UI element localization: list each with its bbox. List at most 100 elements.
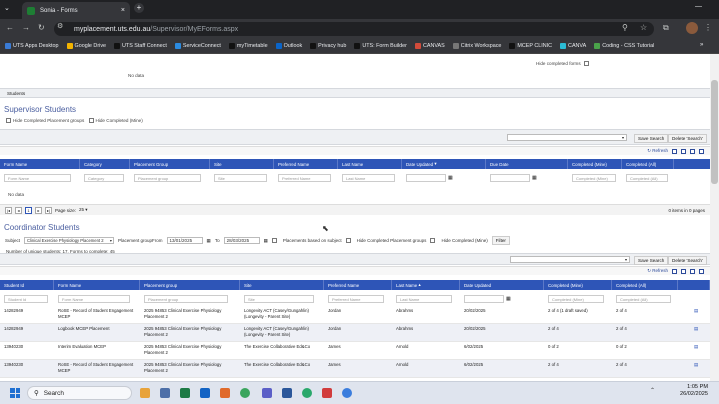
table-row[interactable]: 13940230 Interim Evaluation MCEP 2025 94… xyxy=(0,342,710,360)
table-row[interactable]: 13940230 RoSE - Record of Student Engage… xyxy=(0,360,710,378)
sup-export-excel-icon[interactable] xyxy=(672,148,677,154)
coord-hide-placement-checkbox[interactable] xyxy=(345,238,351,243)
hide-completed-checkbox[interactable] xyxy=(583,61,589,67)
excel-icon[interactable] xyxy=(180,388,190,398)
open-form-icon[interactable]: ▤ xyxy=(678,360,710,377)
filter-button[interactable]: Filter xyxy=(491,236,510,245)
coord-saved-search-select[interactable]: ▾ xyxy=(510,256,630,263)
sup-col-date-updated[interactable]: Date Updated ▾ xyxy=(402,159,486,169)
word-icon[interactable] xyxy=(282,388,292,398)
sup-col-completed-all[interactable]: Completed (All) xyxy=(622,159,674,169)
sup-columns-icon[interactable] xyxy=(699,148,704,154)
bookmark-mytimetable[interactable]: myTimetable xyxy=(228,43,268,49)
sup-col-placement-group[interactable]: Placement Group xyxy=(130,159,210,169)
last-page-icon[interactable]: ▸| xyxy=(45,206,52,214)
calendar-icon[interactable]: ▦ xyxy=(448,175,453,181)
bookmark-uts-staff-connect[interactable]: UTS Staff Connect xyxy=(114,43,167,49)
sup-hide-mine-checkbox[interactable] xyxy=(88,118,94,124)
extensions-icon[interactable]: ⧉ xyxy=(663,23,669,33)
sup-filter-due-date[interactable] xyxy=(490,174,530,182)
sup-print-icon[interactable] xyxy=(690,148,695,154)
sup-filter-completed-all[interactable]: Completed (All) xyxy=(626,174,669,182)
coord-filter-completed-all[interactable]: Completed (All) xyxy=(616,295,671,303)
sup-filter-form-name[interactable]: Form Name xyxy=(4,174,71,182)
green-app-icon[interactable] xyxy=(302,388,312,398)
first-page-icon[interactable]: |◂ xyxy=(5,206,12,214)
bookmark-canva[interactable]: CANVA xyxy=(560,43,586,49)
coord-col-last-name[interactable]: Last Name ▴ xyxy=(392,280,460,290)
system-tray-chevron-icon[interactable]: ⌃ xyxy=(650,387,655,394)
coord-filter-student-id[interactable]: Student Id xyxy=(4,295,48,303)
reload-icon[interactable]: ↻ xyxy=(38,23,45,32)
bookmark-citrix[interactable]: Citrix Workspace xyxy=(452,43,501,49)
coord-col-form-name[interactable]: Form Name xyxy=(54,280,140,290)
bookmark-star-icon[interactable]: ☆ xyxy=(640,23,647,32)
calendar-icon[interactable]: ▦ xyxy=(264,238,268,244)
taskbar-search[interactable]: ⚲ Search xyxy=(27,386,132,400)
site-info-icon[interactable]: ⚙ xyxy=(57,22,63,30)
coord-delete-search-button[interactable]: Delete 'Search' xyxy=(668,256,707,265)
window-controls-icon[interactable]: — xyxy=(695,3,702,10)
url-field[interactable]: myplacement.uts.edu.au/Supervisor/MyEFor… xyxy=(54,22,654,36)
next-page-icon[interactable]: ▸ xyxy=(35,206,42,214)
tab-sonia-forms[interactable]: Sonia - Forms × xyxy=(22,2,130,19)
coord-col-placement-group[interactable]: Placement group xyxy=(140,280,240,290)
sup-export-pdf-icon[interactable] xyxy=(681,148,686,154)
calendar-icon[interactable]: ▦ xyxy=(207,238,211,244)
sup-col-due-date[interactable]: Due Date xyxy=(486,159,568,169)
forward-arrow-icon[interactable]: → xyxy=(22,23,30,32)
bookmark-mcep-clinic[interactable]: MCEP CLINIC xyxy=(509,43,552,49)
subject-select[interactable]: Clinical Exercise Physiology Placement 2… xyxy=(24,237,115,244)
hide-completed-forms[interactable]: Hide completed forms xyxy=(536,61,591,67)
sup-filter-placement-group[interactable]: Placement group xyxy=(134,174,201,182)
calendar-icon[interactable]: ▦ xyxy=(532,175,537,181)
sup-col-preferred-name[interactable]: Preferred Name xyxy=(274,159,338,169)
sup-col-form-name[interactable]: Form Name xyxy=(0,159,80,169)
coord-col-site[interactable]: Site xyxy=(240,280,324,290)
coord-filter-completed-mine[interactable]: Completed (Mine) xyxy=(548,295,605,303)
scrollbar-thumb[interactable] xyxy=(711,80,718,184)
search-page-icon[interactable]: ⚲ xyxy=(622,23,628,32)
open-form-icon[interactable]: ▤ xyxy=(678,306,710,323)
coord-export-pdf-icon[interactable] xyxy=(681,268,686,274)
red-app-icon[interactable] xyxy=(322,388,332,398)
outlook-icon[interactable] xyxy=(200,388,210,398)
coord-col-preferred-name[interactable]: Preferred Name xyxy=(324,280,392,290)
placements-subject-checkbox[interactable] xyxy=(271,238,277,243)
coord-refresh-button[interactable]: ↻ Refresh xyxy=(647,268,668,274)
new-tab-button[interactable]: + xyxy=(134,3,144,13)
bookmarks-overflow-icon[interactable]: » xyxy=(700,42,703,48)
open-form-icon[interactable]: ▤ xyxy=(678,342,710,359)
coord-col-completed-all[interactable]: Completed (All) xyxy=(612,280,678,290)
edge-icon[interactable] xyxy=(342,388,352,398)
bookmark-privacy-hub[interactable]: Privacy hub xyxy=(310,43,346,49)
sup-filter-preferred-name[interactable]: Preferred Name xyxy=(278,174,331,182)
table-row[interactable]: 14282949 RoSE - Record of Student Engage… xyxy=(0,306,710,324)
coord-filter-site[interactable]: Site xyxy=(244,295,315,303)
coord-filter-last-name[interactable]: Last Name xyxy=(396,295,453,303)
sup-hide-placement-checkbox[interactable] xyxy=(6,118,11,124)
coord-columns-icon[interactable] xyxy=(699,268,704,274)
coord-hide-mine-checkbox[interactable] xyxy=(430,238,436,243)
sup-filter-last-name[interactable]: Last Name xyxy=(342,174,395,182)
teams-icon[interactable] xyxy=(262,388,272,398)
calendar-icon[interactable]: ▦ xyxy=(506,296,511,302)
bookmark-canvas[interactable]: CANVAS xyxy=(414,43,445,49)
firefox-icon[interactable] xyxy=(220,388,230,398)
sup-col-category[interactable]: Category xyxy=(80,159,130,169)
coord-filter-preferred-name[interactable]: Preferred Name xyxy=(328,295,385,303)
sup-filter-category[interactable]: Category xyxy=(84,174,125,182)
settings-icon[interactable] xyxy=(160,388,170,398)
sup-col-last-name[interactable]: Last Name xyxy=(338,159,402,169)
to-date-input[interactable]: 28/03/2025 xyxy=(223,237,260,244)
windows-start-icon[interactable] xyxy=(10,388,20,398)
coord-save-search-button[interactable]: Save Search xyxy=(634,256,669,265)
menu-kebab-icon[interactable]: ⋮ xyxy=(704,23,712,32)
from-date-input[interactable]: 13/01/2025 xyxy=(166,237,203,244)
coord-filter-placement-group[interactable]: Placement group xyxy=(144,295,229,303)
prev-page-icon[interactable]: ◂ xyxy=(15,206,22,214)
coord-export-excel-icon[interactable] xyxy=(672,268,677,274)
bookmark-uts-form-builder[interactable]: UTS: Form Builder xyxy=(354,43,407,49)
tab-list-chevron-icon[interactable]: ⌄ xyxy=(4,4,10,12)
back-arrow-icon[interactable]: ← xyxy=(6,23,14,32)
